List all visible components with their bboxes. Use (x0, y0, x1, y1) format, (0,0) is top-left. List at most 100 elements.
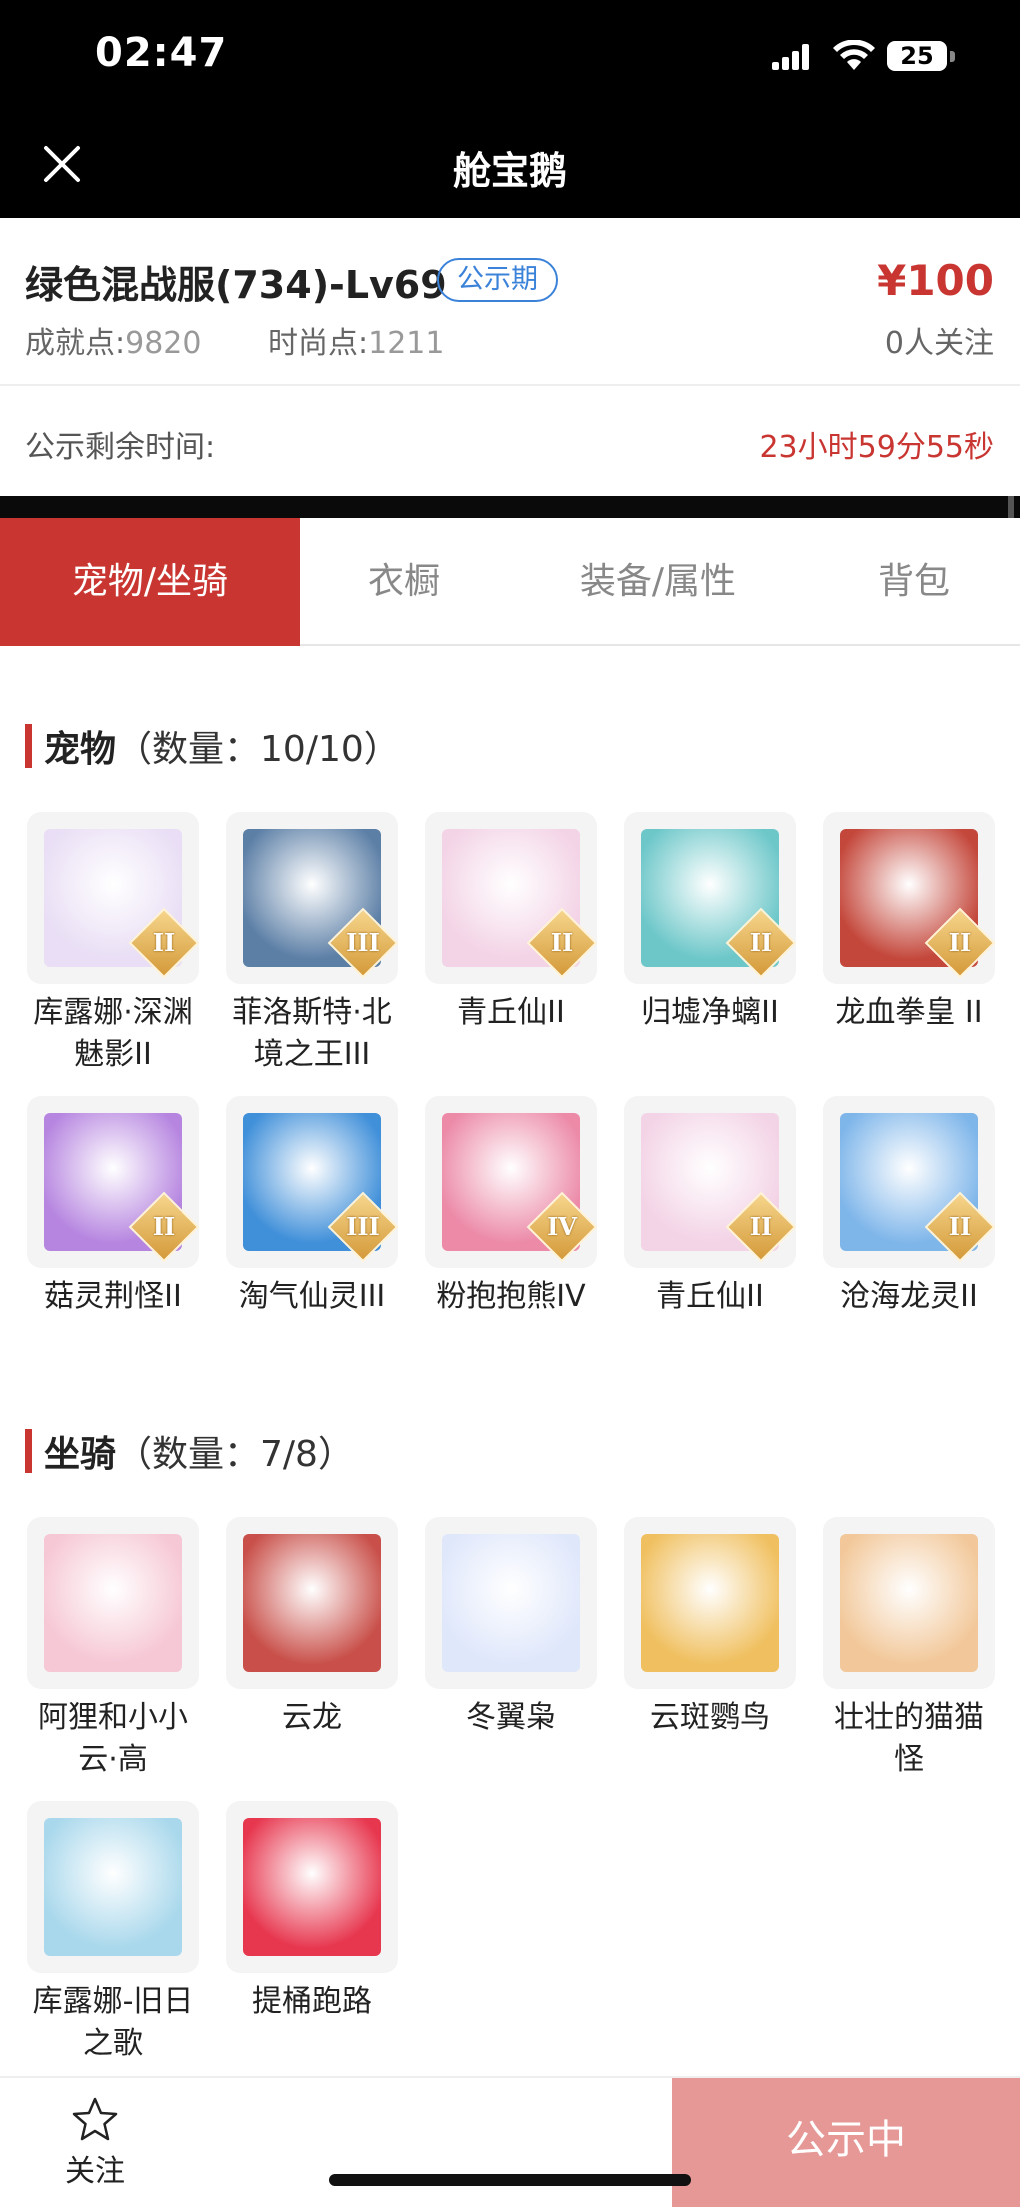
mount-thumbnail (226, 1801, 398, 1973)
pet-card[interactable]: III 淘气仙灵III (226, 1096, 398, 1318)
bottom-bar: 关注 公示中 (0, 2076, 1020, 2207)
countdown-label: 公示剩余时间: (25, 430, 216, 465)
pet-name: 青丘仙II (656, 1279, 764, 1314)
listing-name: 绿色混战服(734)-Lv69 (25, 263, 447, 307)
fashion-points: 时尚点:1211 (268, 318, 444, 362)
section-heading: 宠物 (44, 729, 117, 770)
pets-section-title: 宠物 （数量：10/10） (25, 720, 400, 772)
mount-image (442, 1534, 580, 1672)
pet-card[interactable]: II 龙血拳皇 II (823, 812, 995, 1034)
mount-image (840, 1534, 978, 1672)
pet-card[interactable]: IV 粉抱抱熊IV (425, 1096, 597, 1318)
mount-thumbnail (27, 1517, 199, 1689)
section-marker (25, 1429, 32, 1473)
tab-bar: 宠物/坐骑 衣橱 装备/属性 背包 (0, 518, 1020, 646)
tier-badge-label: III (346, 928, 380, 957)
achievement-points: 成就点:9820 (25, 318, 201, 362)
pet-card[interactable]: II 青丘仙II (425, 812, 597, 1034)
mount-card[interactable]: 提桶跑路 (226, 1801, 398, 2023)
star-icon (72, 2097, 118, 2141)
scrollbar (1008, 496, 1014, 518)
pet-name: 淘气仙灵III (238, 1279, 386, 1314)
follow-label: 关注 (65, 2154, 125, 2189)
mount-card[interactable]: 库露娜-旧日之歌 (27, 1801, 199, 2065)
pet-card[interactable]: II 菇灵荆怪II (27, 1096, 199, 1318)
cellular-signal-icon (772, 44, 816, 70)
pet-card[interactable]: II 归墟净螭II (624, 812, 796, 1034)
pet-thumbnail: II (823, 812, 995, 984)
section-count: （数量：7/8） (116, 1434, 354, 1475)
mounts-section-title: 坐骑 （数量：7/8） (25, 1425, 354, 1477)
status-time: 02:47 (95, 30, 228, 76)
listing-header: 绿色混战服(734)-Lv69 公示期 ¥100 成就点:9820 时尚点:12… (0, 218, 1020, 386)
pet-thumbnail: II (624, 1096, 796, 1268)
fashion-value: 1211 (368, 326, 445, 361)
publicity-button[interactable]: 公示中 (672, 2078, 1020, 2207)
mount-thumbnail (226, 1517, 398, 1689)
mount-image (44, 1534, 182, 1672)
pet-card[interactable]: II 库露娜·深渊魅影II (27, 812, 199, 1076)
tab-equipment[interactable]: 装备/属性 (508, 518, 808, 646)
pet-name: 库露娜·深渊魅影II (33, 995, 193, 1072)
tier-badge-label: II (152, 1212, 176, 1241)
mount-name: 云斑鹦鸟 (650, 1700, 770, 1735)
divider-strip (0, 496, 1020, 518)
follow-button[interactable]: 关注 (40, 2096, 150, 2190)
pet-name: 粉抱抱熊IV (436, 1279, 586, 1314)
pet-thumbnail: III (226, 812, 398, 984)
section-count: （数量：10/10） (116, 729, 400, 770)
battery-icon: 25 (887, 41, 947, 71)
pet-name: 龙血拳皇 II (835, 995, 983, 1030)
countdown-value: 23小时59分55秒 (759, 430, 994, 465)
pet-thumbnail: II (823, 1096, 995, 1268)
section-heading: 坐骑 (44, 1434, 117, 1475)
pet-card[interactable]: II 沧海龙灵II (823, 1096, 995, 1318)
tab-wardrobe[interactable]: 衣橱 (300, 518, 508, 646)
mount-name: 库露娜-旧日之歌 (32, 1984, 194, 2061)
pet-name: 归墟净螭II (641, 995, 779, 1030)
status-bar: 02:47 25 (0, 0, 1020, 120)
mount-thumbnail (823, 1517, 995, 1689)
mount-name: 壮壮的猫猫怪 (834, 1700, 984, 1777)
pet-card[interactable]: II 青丘仙II (624, 1096, 796, 1318)
follower-count: 0人关注 (884, 326, 994, 361)
nav-bar: 舱宝鹅 (0, 120, 1020, 218)
mount-card[interactable]: 冬翼枭 (425, 1517, 597, 1739)
tier-badge-label: IV (547, 1212, 577, 1241)
pet-thumbnail: II (624, 812, 796, 984)
home-indicator (329, 2174, 691, 2186)
mount-card[interactable]: 云斑鹦鸟 (624, 1517, 796, 1739)
tier-badge-label: II (152, 928, 176, 957)
pet-thumbnail: II (425, 812, 597, 984)
mount-card[interactable]: 壮壮的猫猫怪 (823, 1517, 995, 1781)
tier-badge-label: II (948, 928, 972, 957)
mount-thumbnail (27, 1801, 199, 1973)
listing-price: ¥100 (877, 256, 994, 305)
mount-name: 提桶跑路 (252, 1984, 372, 2019)
battery-tip (950, 51, 955, 62)
mount-image (243, 1534, 381, 1672)
mount-thumbnail (624, 1517, 796, 1689)
countdown-row: 公示剩余时间: 23小时59分55秒 (0, 388, 1020, 496)
pet-thumbnail: III (226, 1096, 398, 1268)
pet-grid: II 库露娜·深渊魅影II III 菲洛斯特·北境之王III II 青丘仙II II 归墟净螭… (27, 812, 997, 1372)
mount-card[interactable]: 阿狸和小小云·高 (27, 1517, 199, 1781)
page-title: 舱宝鹅 (452, 149, 567, 193)
pet-card[interactable]: III 菲洛斯特·北境之王III (226, 812, 398, 1076)
tab-backpack[interactable]: 背包 (808, 518, 1020, 646)
mount-thumbnail (425, 1517, 597, 1689)
tier-badge-label: II (550, 928, 574, 957)
wifi-icon (833, 40, 875, 70)
tab-pets-mounts[interactable]: 宠物/坐骑 (0, 518, 300, 646)
achievement-label: 成就点: (25, 326, 126, 361)
mount-card[interactable]: 云龙 (226, 1517, 398, 1739)
tier-badge-label: II (948, 1212, 972, 1241)
tier-badge-label: III (346, 1212, 380, 1241)
achievement-value: 9820 (125, 326, 202, 361)
fashion-label: 时尚点: (268, 326, 369, 361)
tier-badge-label: II (749, 928, 773, 957)
status-badge: 公示期 (437, 258, 558, 302)
mount-grid: 阿狸和小小云·高 云龙 冬翼枭 云斑鹦鸟 壮壮的猫猫怪库露娜-旧日之歌 提桶跑路 (27, 1517, 997, 2077)
mount-name: 阿狸和小小云·高 (38, 1700, 188, 1777)
pet-name: 菲洛斯特·北境之王III (232, 995, 392, 1072)
